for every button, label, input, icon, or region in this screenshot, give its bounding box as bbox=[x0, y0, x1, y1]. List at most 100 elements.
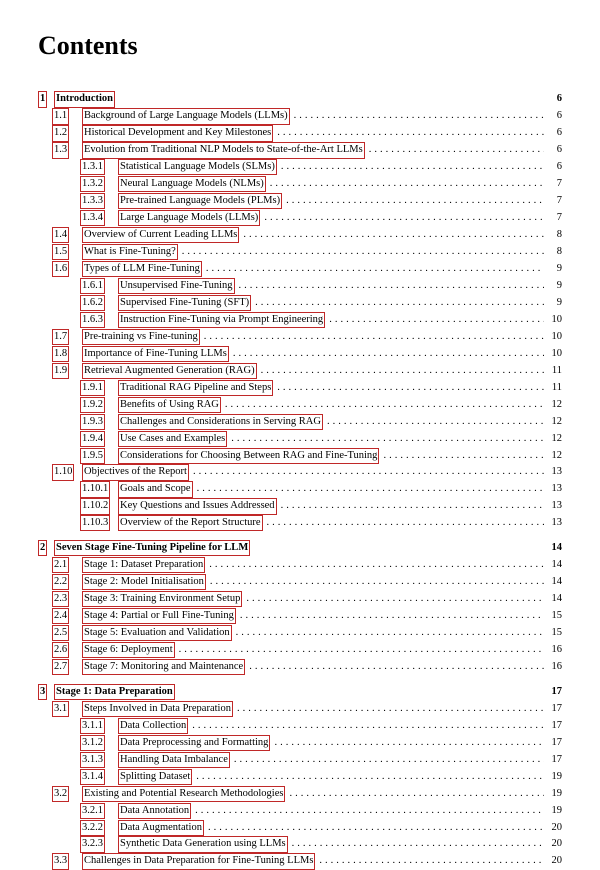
toc-entry-number[interactable]: 1.10 bbox=[52, 464, 80, 480]
toc-entry-label[interactable]: Supervised Fine-Tuning (SFT) bbox=[118, 295, 251, 311]
toc-entry-page[interactable]: 8 bbox=[544, 245, 562, 259]
toc-entry-page[interactable]: 20 bbox=[544, 854, 562, 868]
toc-entry-number[interactable]: 1.6.1 bbox=[80, 278, 116, 294]
toc-entry-page[interactable]: 9 bbox=[544, 296, 562, 310]
toc-entry-label[interactable]: Handling Data Imbalance bbox=[118, 752, 230, 768]
toc-entry-page[interactable]: 19 bbox=[544, 787, 562, 801]
toc-entry-label[interactable]: Retrieval Augmented Generation (RAG) bbox=[82, 363, 257, 379]
toc-entry-number[interactable]: 1.6 bbox=[52, 261, 80, 277]
toc-entry-number[interactable]: 1.9.3 bbox=[80, 414, 116, 430]
toc-entry-page[interactable]: 6 bbox=[544, 160, 562, 174]
toc-entry-number[interactable]: 2 bbox=[38, 540, 52, 556]
toc-entry-page[interactable]: 7 bbox=[544, 177, 562, 191]
toc-entry-label[interactable]: Synthetic Data Generation using LLMs bbox=[118, 836, 288, 852]
toc-entry-number[interactable]: 1.8 bbox=[52, 346, 80, 362]
toc-entry-label[interactable]: Benefits of Using RAG bbox=[118, 397, 221, 413]
toc-entry-number[interactable]: 1.5 bbox=[52, 244, 80, 260]
toc-entry-page[interactable]: 14 bbox=[544, 558, 562, 572]
toc-entry-number[interactable]: 3.2.3 bbox=[80, 836, 116, 852]
toc-entry-page[interactable]: 7 bbox=[544, 211, 562, 225]
toc-entry-label[interactable]: Overview of the Report Structure bbox=[118, 515, 263, 531]
toc-entry-number[interactable]: 3 bbox=[38, 684, 52, 700]
toc-entry-number[interactable]: 3.1.2 bbox=[80, 735, 116, 751]
toc-entry-label[interactable]: Unsupervised Fine-Tuning bbox=[118, 278, 235, 294]
toc-entry-label[interactable]: Objectives of the Report bbox=[82, 464, 189, 480]
toc-entry-page[interactable]: 20 bbox=[544, 837, 562, 851]
toc-entry-page[interactable]: 15 bbox=[544, 626, 562, 640]
toc-entry-page[interactable]: 9 bbox=[544, 279, 562, 293]
toc-entry-number[interactable]: 3.2.2 bbox=[80, 820, 116, 836]
toc-entry-label[interactable]: Splitting Dataset bbox=[118, 769, 192, 785]
toc-entry-number[interactable]: 1.3.1 bbox=[80, 159, 116, 175]
toc-entry-page[interactable]: 11 bbox=[544, 381, 562, 395]
toc-entry-number[interactable]: 1.4 bbox=[52, 227, 80, 243]
toc-entry-label[interactable]: Key Questions and Issues Addressed bbox=[118, 498, 277, 514]
toc-entry-number[interactable]: 1.6.3 bbox=[80, 312, 116, 328]
toc-entry-number[interactable]: 2.7 bbox=[52, 659, 80, 675]
toc-entry-page[interactable]: 17 bbox=[544, 736, 562, 750]
toc-entry-page[interactable]: 14 bbox=[544, 575, 562, 589]
toc-entry-number[interactable]: 1.9.1 bbox=[80, 380, 116, 396]
toc-entry-label[interactable]: Data Augmentation bbox=[118, 820, 204, 836]
toc-entry-number[interactable]: 3.1.3 bbox=[80, 752, 116, 768]
toc-entry-number[interactable]: 1.10.1 bbox=[80, 481, 116, 497]
toc-entry-label[interactable]: Challenges and Considerations in Serving… bbox=[118, 414, 323, 430]
toc-entry-label[interactable]: Stage 3: Training Environment Setup bbox=[82, 591, 242, 607]
toc-entry-page[interactable]: 13 bbox=[544, 465, 562, 479]
toc-entry-page[interactable]: 16 bbox=[544, 660, 562, 674]
toc-entry-label[interactable]: Use Cases and Examples bbox=[118, 431, 227, 447]
toc-entry-label[interactable]: Background of Large Language Models (LLM… bbox=[82, 108, 290, 124]
toc-entry-page[interactable]: 15 bbox=[544, 609, 562, 623]
toc-entry-label[interactable]: Stage 1: Data Preparation bbox=[54, 684, 175, 700]
toc-entry-number[interactable]: 1 bbox=[38, 91, 52, 107]
toc-entry-label[interactable]: Historical Development and Key Milestone… bbox=[82, 125, 273, 141]
toc-entry-label[interactable]: Seven Stage Fine-Tuning Pipeline for LLM bbox=[54, 540, 250, 556]
toc-entry-page[interactable]: 19 bbox=[544, 804, 562, 818]
toc-entry-page[interactable]: 17 bbox=[544, 719, 562, 733]
toc-entry-number[interactable]: 1.6.2 bbox=[80, 295, 116, 311]
toc-entry-number[interactable]: 1.7 bbox=[52, 329, 80, 345]
toc-entry-number[interactable]: 2.4 bbox=[52, 608, 80, 624]
toc-entry-page[interactable]: 12 bbox=[544, 449, 562, 463]
toc-entry-page[interactable]: 7 bbox=[544, 194, 562, 208]
toc-entry-label[interactable]: Pre-trained Language Models (PLMs) bbox=[118, 193, 282, 209]
toc-entry-label[interactable]: Statistical Language Models (SLMs) bbox=[118, 159, 277, 175]
toc-entry-number[interactable]: 1.3.2 bbox=[80, 176, 116, 192]
toc-entry-number[interactable]: 1.9 bbox=[52, 363, 80, 379]
toc-entry-page[interactable]: 13 bbox=[544, 516, 562, 530]
toc-entry-number[interactable]: 2.3 bbox=[52, 591, 80, 607]
toc-entry-page[interactable]: 12 bbox=[544, 398, 562, 412]
toc-entry-label[interactable]: Overview of Current Leading LLMs bbox=[82, 227, 239, 243]
toc-entry-label[interactable]: Data Preprocessing and Formatting bbox=[118, 735, 270, 751]
toc-entry-label[interactable]: Neural Language Models (NLMs) bbox=[118, 176, 266, 192]
toc-entry-page[interactable]: 17 bbox=[544, 702, 562, 716]
toc-entry-label[interactable]: Data Collection bbox=[118, 718, 188, 734]
toc-entry-page[interactable]: 8 bbox=[544, 228, 562, 242]
toc-entry-number[interactable]: 3.3 bbox=[52, 853, 80, 869]
toc-entry-label[interactable]: Large Language Models (LLMs) bbox=[118, 210, 260, 226]
toc-entry-label[interactable]: Stage 5: Evaluation and Validation bbox=[82, 625, 232, 641]
toc-entry-page[interactable]: 10 bbox=[544, 347, 562, 361]
toc-entry-page[interactable]: 14 bbox=[544, 592, 562, 606]
toc-entry-page[interactable]: 12 bbox=[544, 415, 562, 429]
toc-entry-number[interactable]: 3.1.4 bbox=[80, 769, 116, 785]
toc-entry-label[interactable]: Stage 7: Monitoring and Maintenance bbox=[82, 659, 245, 675]
toc-entry-page[interactable]: 13 bbox=[544, 499, 562, 513]
toc-entry-number[interactable]: 2.6 bbox=[52, 642, 80, 658]
toc-entry-label[interactable]: Considerations for Choosing Between RAG … bbox=[118, 448, 379, 464]
toc-entry-number[interactable]: 1.9.4 bbox=[80, 431, 116, 447]
toc-entry-number[interactable]: 3.2 bbox=[52, 786, 80, 802]
toc-entry-number[interactable]: 1.3.4 bbox=[80, 210, 116, 226]
toc-entry-number[interactable]: 1.9.5 bbox=[80, 448, 116, 464]
toc-entry-number[interactable]: 1.2 bbox=[52, 125, 80, 141]
toc-entry-page[interactable]: 17 bbox=[544, 753, 562, 767]
toc-entry-page[interactable]: 17 bbox=[544, 685, 562, 699]
toc-entry-number[interactable]: 3.1.1 bbox=[80, 718, 116, 734]
toc-entry-label[interactable]: Goals and Scope bbox=[118, 481, 193, 497]
toc-entry-page[interactable]: 11 bbox=[544, 364, 562, 378]
toc-entry-label[interactable]: What is Fine-Tuning? bbox=[82, 244, 178, 260]
toc-entry-label[interactable]: Existing and Potential Research Methodol… bbox=[82, 786, 285, 802]
toc-entry-label[interactable]: Traditional RAG Pipeline and Steps bbox=[118, 380, 273, 396]
toc-entry-label[interactable]: Types of LLM Fine-Tuning bbox=[82, 261, 202, 277]
toc-entry-number[interactable]: 2.2 bbox=[52, 574, 80, 590]
